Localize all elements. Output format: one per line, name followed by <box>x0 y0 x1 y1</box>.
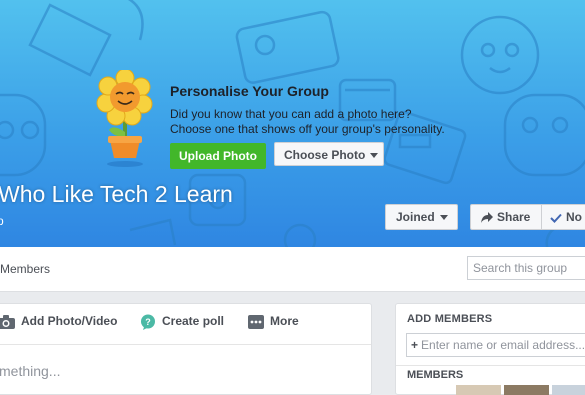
robot-face-decoration <box>503 93 585 177</box>
post-composer: Add Photo/Video ? Create poll More methin… <box>0 303 372 395</box>
add-photo-video-button[interactable]: Add Photo/Video <box>0 314 117 329</box>
gadget-decoration <box>28 0 144 77</box>
member-avatar[interactable] <box>552 385 585 395</box>
create-poll-label: Create poll <box>162 314 225 329</box>
panel-divider <box>396 365 585 366</box>
composer-divider <box>0 344 371 345</box>
svg-text:?: ? <box>145 317 151 327</box>
choose-photo-button[interactable]: Choose Photo <box>274 142 384 166</box>
more-dots-icon <box>248 314 264 329</box>
plus-icon: + <box>411 338 419 352</box>
notifications-button[interactable]: No <box>541 204 585 230</box>
add-members-title: ADD MEMBERS <box>407 313 493 325</box>
more-button[interactable]: More <box>248 314 299 329</box>
joined-label: Joined <box>396 210 435 224</box>
gadget-decoration <box>235 10 340 84</box>
promo-text-line-2: Choose one that shows off your group's p… <box>170 122 445 136</box>
caret-down-icon <box>370 153 379 159</box>
add-photo-video-label: Add Photo/Video <box>21 314 118 328</box>
promo-title: Personalise Your Group <box>170 83 329 99</box>
choose-photo-label: Choose Photo <box>284 148 366 162</box>
notifications-label: No <box>566 210 582 224</box>
poll-bubble-icon: ? <box>141 314 155 330</box>
robot-face-decoration <box>0 93 47 177</box>
upload-photo-button[interactable]: Upload Photo <box>170 143 266 169</box>
group-cover: Personalise Your Group Did you know that… <box>0 0 585 247</box>
add-members-panel: ADD MEMBERS + Enter name or email address… <box>395 303 585 395</box>
member-avatar[interactable] <box>504 385 549 395</box>
tab-members[interactable]: Members <box>0 262 50 276</box>
flower-illustration <box>96 70 153 167</box>
joined-button[interactable]: Joined <box>385 204 458 230</box>
group-privacy-label: p <box>0 214 4 228</box>
group-tab-bar: Members <box>0 247 585 292</box>
promo-text-line-1: Did you know that you can add a photo he… <box>170 107 412 121</box>
add-members-placeholder: Enter name or email address... <box>421 338 585 352</box>
members-title: MEMBERS <box>407 369 464 381</box>
checkmark-icon <box>550 213 562 223</box>
composer-text-input[interactable]: mething... <box>0 363 60 379</box>
create-poll-button[interactable]: ? Create poll <box>140 314 224 330</box>
caret-down-icon <box>439 215 448 221</box>
member-avatar[interactable] <box>456 385 501 395</box>
share-arrow-icon <box>481 212 493 224</box>
share-label: Share <box>497 210 531 224</box>
search-group-input[interactable] <box>467 256 585 280</box>
group-name[interactable]: Who Like Tech 2 Learn <box>0 181 233 208</box>
add-members-input[interactable]: + Enter name or email address... <box>406 333 585 357</box>
share-button[interactable]: Share <box>470 204 542 230</box>
robot-face-decoration <box>460 15 540 95</box>
more-label: More <box>270 314 299 328</box>
camera-icon <box>0 314 15 329</box>
